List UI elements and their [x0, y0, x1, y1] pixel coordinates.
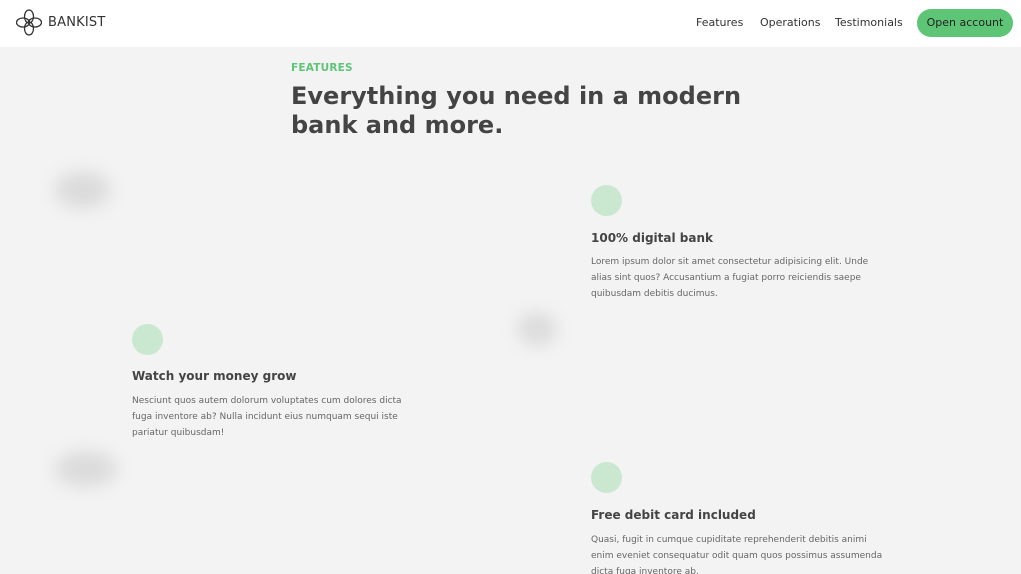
nav-link-features[interactable]: Features	[696, 16, 743, 29]
section-headline: Everything you need in a modern bank and…	[291, 82, 742, 139]
lazy-feature-image	[55, 452, 117, 486]
feature-text: Lorem ipsum dolor sit amet consectetur a…	[591, 257, 869, 299]
feature-title: Free debit card included	[591, 508, 756, 522]
feature-title: Watch your money grow	[132, 369, 297, 383]
lazy-feature-image	[518, 313, 556, 345]
section-eyebrow: FEATURES	[291, 62, 353, 74]
nav-link-operations[interactable]: Operations	[760, 16, 820, 29]
nav-link-testimonials[interactable]: Testimonials	[835, 16, 903, 29]
bankist-logo-icon[interactable]	[16, 9, 42, 36]
feature-text: Nesciunt quos autem dolorum voluptates c…	[132, 396, 402, 438]
top-navigation: BANKIST Features Operations Testimonials…	[0, 0, 1021, 47]
lazy-feature-image	[55, 172, 110, 208]
feature-icon	[591, 462, 622, 493]
feature-text: Quasi, fugit in cumque cupiditate repreh…	[591, 535, 883, 574]
brand-name: BANKIST	[48, 15, 106, 30]
feature-icon	[591, 185, 622, 216]
feature-icon	[132, 324, 163, 355]
open-account-button[interactable]: Open account	[917, 9, 1013, 37]
feature-title: 100% digital bank	[591, 231, 713, 245]
